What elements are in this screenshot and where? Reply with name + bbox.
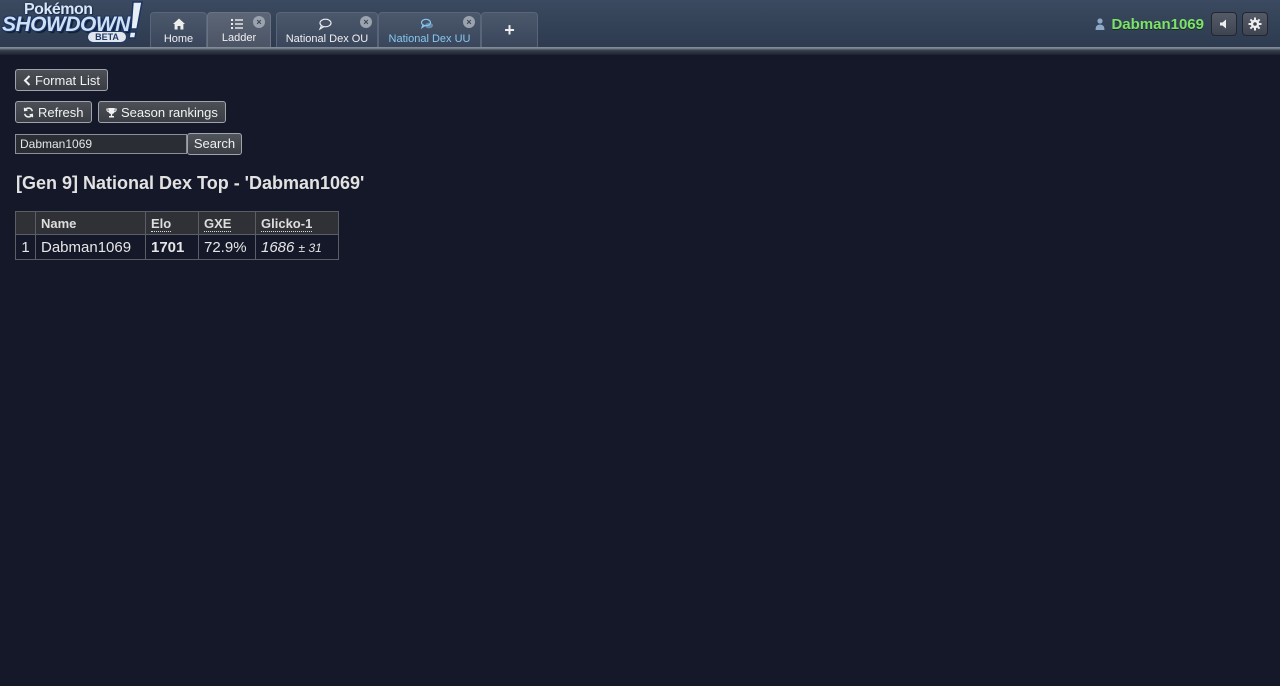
row-rank: 1 [15,234,36,260]
refresh-icon [23,106,34,118]
home-icon [172,18,185,30]
tab-national-dex-ou[interactable]: National Dex OU × [276,12,378,48]
user-bar: Dabman1069 [1095,12,1268,36]
beta-badge: BETA [87,31,127,43]
plus-icon: + [504,20,515,40]
username[interactable]: Dabman1069 [1111,16,1204,33]
search-button[interactable]: Search [187,133,242,155]
table-row: 1 Dabman1069 1701 72.9% 1686 ± 31 [15,234,339,260]
close-tab-ladder-icon[interactable]: × [253,16,265,28]
tab-national-dex-ou-label: National Dex OU [285,33,369,45]
row-glicko: 1686 ± 31 [255,234,339,260]
search-input[interactable] [15,134,187,154]
page-title: [Gen 9] National Dex Top - 'Dabman1069' [16,173,365,193]
tab-home-label: Home [163,33,194,45]
ladder-table: Name Elo GXE Glicko-1 1 Dabman1069 1701 … [15,211,339,260]
speaker-icon [1220,19,1226,29]
format-list-button[interactable]: Format List [15,69,109,91]
sound-button[interactable] [1211,12,1237,36]
table-header-row: Name Elo GXE Glicko-1 [15,211,339,235]
row-gxe: 72.9% [198,234,256,260]
header-name: Name [35,211,146,235]
top-header: Pokémon SHOWDOWN BETA Home Ladder × Nati… [0,0,1280,48]
gear-icon [1248,17,1262,31]
header-elo-label: Elo [151,215,172,232]
header-rank [15,211,36,235]
season-rankings-label: Season rankings [121,104,218,120]
header-gxe: GXE [198,211,256,235]
season-rankings-button[interactable]: Season rankings [98,101,226,123]
glicko-deviation: ± 31 [298,240,322,255]
settings-button[interactable] [1242,12,1268,36]
row-name: Dabman1069 [35,234,146,260]
header-elo: Elo [145,211,199,235]
glicko-rating: 1686 [261,238,295,256]
trophy-icon [106,107,117,117]
tab-ladder-label: Ladder [221,32,257,44]
header-glicko-label: Glicko-1 [261,215,313,232]
pokemon-showdown-logo[interactable]: Pokémon SHOWDOWN BETA [2,1,147,45]
close-tab-national-dex-ou-icon[interactable]: × [360,16,372,28]
chat-bubble-icon [318,18,332,31]
user-icon [1095,18,1105,30]
refresh-label: Refresh [38,104,84,120]
close-tab-national-dex-uu-icon[interactable]: × [463,16,475,28]
player-name-link[interactable]: Dabman1069 [41,239,131,256]
list-icon [231,19,243,29]
header-name-label: Name [41,215,77,231]
format-list-label: Format List [35,72,101,88]
tab-national-dex-uu-label: National Dex UU [388,33,471,45]
tab-ladder[interactable]: Ladder × [207,12,271,48]
header-divider [0,47,1280,55]
logo-exclamation-icon [128,1,143,39]
chat-bubbles-icon [420,18,433,30]
new-tab-button[interactable]: + [481,12,538,48]
header-glicko: Glicko-1 [255,211,339,235]
header-gxe-label: GXE [204,215,232,232]
refresh-button[interactable]: Refresh [15,101,92,123]
tab-national-dex-uu[interactable]: National Dex UU × [378,12,481,48]
chevron-left-icon [23,74,31,86]
row-elo: 1701 [145,234,199,260]
tab-home[interactable]: Home [150,12,207,48]
